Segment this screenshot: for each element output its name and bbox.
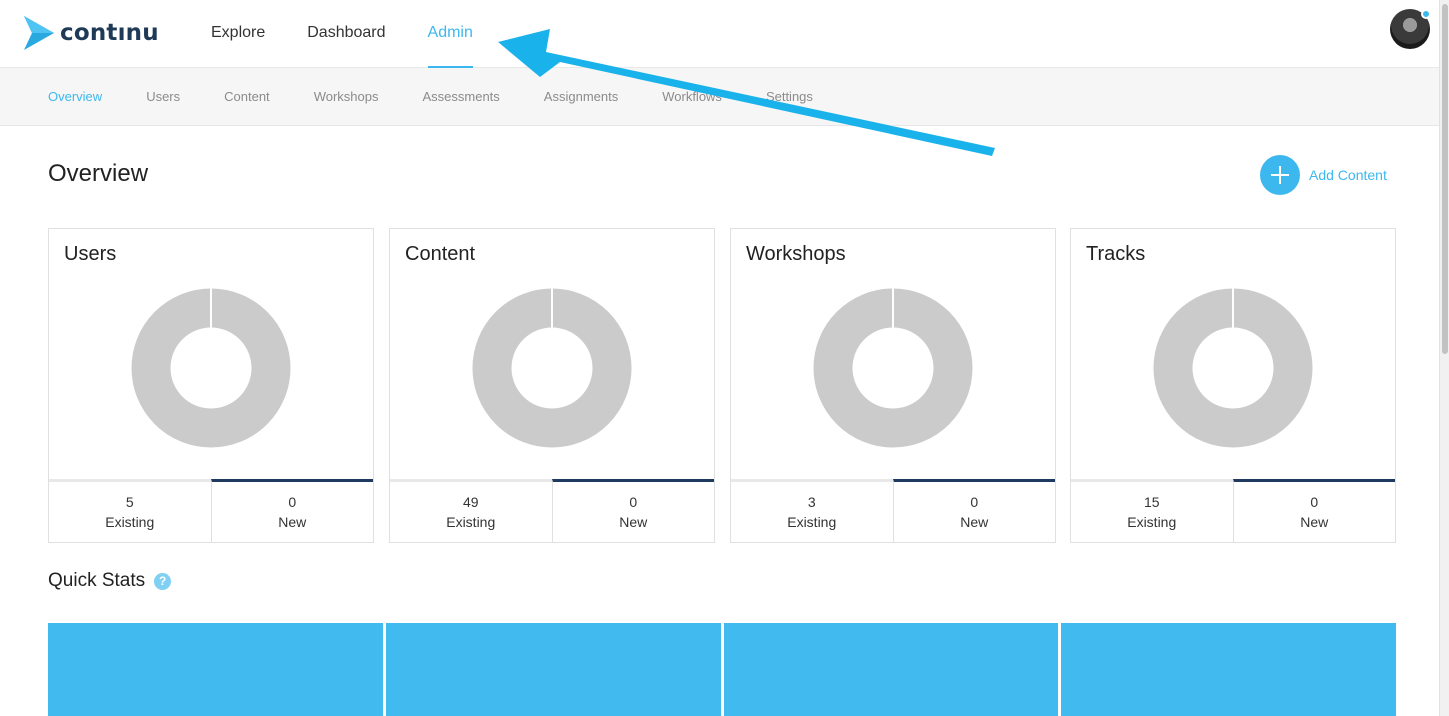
stat-existing-value: 5 xyxy=(125,494,134,510)
card-title: Workshops xyxy=(746,243,846,265)
nav-item-explore[interactable]: Explore xyxy=(211,0,265,68)
stat-existing-label: Existing xyxy=(787,514,837,530)
donut-chart xyxy=(131,288,291,448)
subnav-item-assignments[interactable]: Assignments xyxy=(544,68,618,126)
card-stats: 15 Existing 0 New xyxy=(1071,479,1395,543)
main-nav: Explore Dashboard Admin xyxy=(211,0,515,68)
stat-new-label: New xyxy=(278,514,307,530)
stat-existing-label: Existing xyxy=(446,514,496,530)
stat-new: 0 New xyxy=(210,479,373,543)
stat-existing: 3 Existing xyxy=(731,479,893,543)
subnav-item-content[interactable]: Content xyxy=(224,68,270,126)
top-navbar: contınu Explore Dashboard Admin xyxy=(0,0,1439,68)
stat-existing: 49 Existing xyxy=(390,479,552,543)
donut-chart xyxy=(1153,288,1313,448)
quick-stats-heading: Quick Stats ? xyxy=(48,570,172,592)
page-title: Overview xyxy=(48,160,149,187)
card-workshops: Workshops 3 Existing 0 New xyxy=(730,228,1056,543)
nav-item-dashboard[interactable]: Dashboard xyxy=(307,0,385,68)
quick-stat-tile[interactable] xyxy=(48,623,383,716)
stat-new-value: 0 xyxy=(629,494,638,510)
card-title: Users xyxy=(64,243,117,265)
subnav-item-settings[interactable]: Settings xyxy=(766,68,813,126)
stat-new: 0 New xyxy=(551,479,714,543)
user-avatar[interactable] xyxy=(1390,9,1431,49)
quick-stats-title: Quick Stats xyxy=(48,570,146,591)
stat-existing-label: Existing xyxy=(1127,514,1177,530)
nav-item-admin[interactable]: Admin xyxy=(427,0,474,68)
quick-stat-tile[interactable] xyxy=(386,623,721,716)
stat-new-value: 0 xyxy=(288,494,297,510)
stat-new-label: New xyxy=(619,514,648,530)
add-content-button[interactable]: Add Content xyxy=(1260,155,1387,195)
card-title: Tracks xyxy=(1086,243,1146,265)
stat-existing-value: 15 xyxy=(1143,494,1160,510)
logo[interactable]: contınu xyxy=(24,16,159,50)
vertical-scrollbar[interactable] xyxy=(1439,0,1449,716)
stat-existing-label: Existing xyxy=(105,514,155,530)
card-content: Content 49 Existing 0 New xyxy=(389,228,715,543)
subnav-item-workflows[interactable]: Workflows xyxy=(662,68,722,126)
plus-circle-icon xyxy=(1260,155,1300,195)
quick-stat-tile[interactable] xyxy=(1061,623,1396,716)
notification-dot xyxy=(1421,9,1431,19)
card-stats: 3 Existing 0 New xyxy=(731,479,1055,543)
add-content-label: Add Content xyxy=(1309,167,1387,183)
quick-stat-tile[interactable] xyxy=(724,623,1058,716)
stat-existing: 5 Existing xyxy=(49,479,211,543)
scrollbar-thumb[interactable] xyxy=(1442,4,1448,354)
card-tracks: Tracks 15 Existing 0 New xyxy=(1070,228,1396,543)
stat-new-value: 0 xyxy=(970,494,979,510)
card-stats: 49 Existing 0 New xyxy=(390,479,714,543)
subnav-item-overview[interactable]: Overview xyxy=(48,68,102,126)
logo-text: contınu xyxy=(60,20,159,46)
stat-existing: 15 Existing xyxy=(1071,479,1233,543)
subnav-item-users[interactable]: Users xyxy=(146,68,180,126)
subnav-item-workshops[interactable]: Workshops xyxy=(314,68,379,126)
admin-subnav: Overview Users Content Workshops Assessm… xyxy=(0,68,1439,126)
donut-chart xyxy=(472,288,632,448)
stat-new: 0 New xyxy=(1232,479,1395,543)
card-users: Users 5 Existing 0 New xyxy=(48,228,374,543)
stat-existing-value: 49 xyxy=(462,494,479,510)
stat-existing-value: 3 xyxy=(807,494,816,510)
stat-new: 0 New xyxy=(892,479,1055,543)
subnav-item-assessments[interactable]: Assessments xyxy=(422,68,499,126)
card-title: Content xyxy=(405,243,476,265)
stat-new-value: 0 xyxy=(1310,494,1319,510)
stat-new-label: New xyxy=(960,514,989,530)
stat-new-label: New xyxy=(1300,514,1329,530)
donut-chart xyxy=(813,288,973,448)
question-circle-icon[interactable]: ? xyxy=(154,572,172,590)
app-window: contınu Explore Dashboard Admin Overview… xyxy=(0,0,1439,716)
card-stats: 5 Existing 0 New xyxy=(49,479,373,543)
continu-logo-icon xyxy=(24,16,54,50)
